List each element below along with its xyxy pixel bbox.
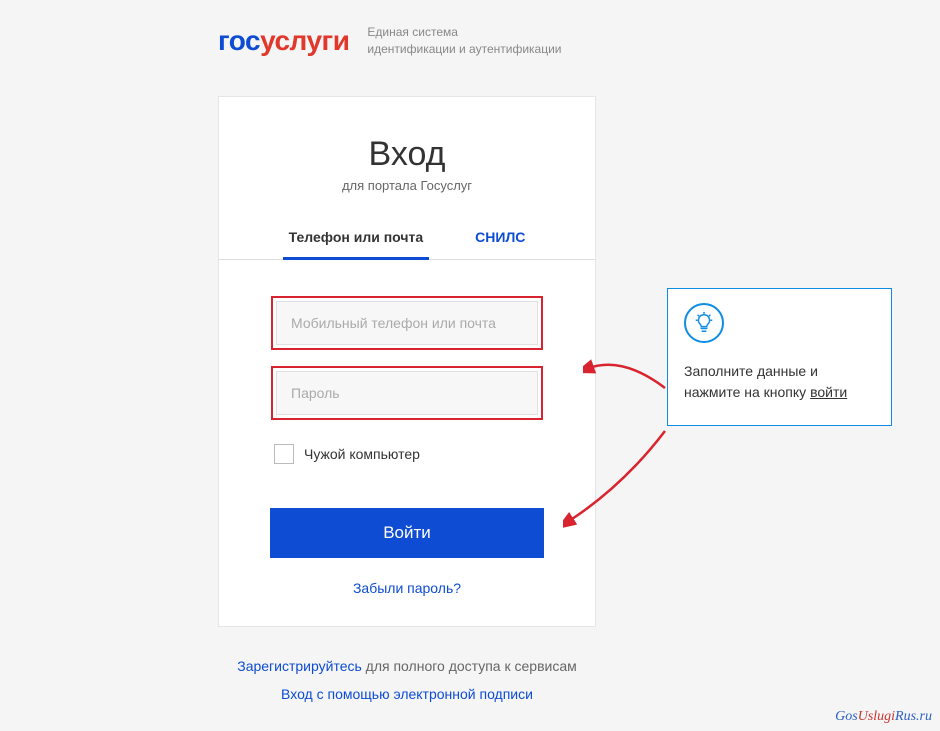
tip-text-body: Заполните данные и нажмите на кнопку (684, 363, 818, 400)
esign-link[interactable]: Вход с помощью электронной подписи (281, 686, 533, 702)
header: госуслуги Единая система идентификации и… (218, 24, 561, 58)
watermark: GosUslugiRus.ru (835, 709, 932, 725)
tagline-line2: идентификации и аутентификации (367, 41, 561, 58)
register-link[interactable]: Зарегистрируйтесь (237, 658, 362, 674)
tab-snils[interactable]: СНИЛС (469, 229, 531, 259)
lightbulb-icon (684, 303, 724, 343)
page-title: Вход (219, 135, 595, 174)
password-highlight (271, 366, 543, 420)
login-tabs: Телефон или почта СНИЛС (219, 229, 595, 260)
login-form (219, 260, 595, 420)
tip-box: Заполните данные и нажмите на кнопку вой… (667, 288, 892, 426)
watermark-p2: Uslugi (858, 709, 895, 724)
bottom-links: Зарегистрируйтесь для полного доступа к … (218, 652, 596, 708)
foreign-pc-checkbox[interactable] (274, 444, 294, 464)
annotation-arrow-1 (583, 346, 673, 396)
tip-text-link: войти (810, 384, 847, 400)
phone-email-highlight (271, 296, 543, 350)
tagline-line1: Единая система (367, 24, 561, 41)
phone-email-input[interactable] (276, 301, 538, 345)
tagline: Единая система идентификации и аутентифи… (367, 24, 561, 58)
foreign-pc-row: Чужой компьютер (219, 436, 595, 464)
login-button[interactable]: Войти (270, 508, 544, 558)
logo-part-blue: гос (218, 25, 260, 56)
logo-part-red: услуги (260, 25, 349, 56)
login-card: Вход для портала Госуслуг Телефон или по… (218, 96, 596, 627)
page-subtitle: для портала Госуслуг (219, 178, 595, 193)
password-input[interactable] (276, 371, 538, 415)
tab-phone-email[interactable]: Телефон или почта (283, 229, 430, 260)
watermark-p3: Rus.ru (895, 709, 932, 724)
register-line: Зарегистрируйтесь для полного доступа к … (218, 652, 596, 680)
watermark-p1: Gos (835, 709, 858, 724)
foreign-pc-label: Чужой компьютер (304, 446, 420, 462)
logo: госуслуги (218, 25, 349, 57)
register-text: для полного доступа к сервисам (362, 658, 577, 674)
forgot-password-link[interactable]: Забыли пароль? (353, 580, 461, 596)
tip-text: Заполните данные и нажмите на кнопку вой… (684, 361, 875, 403)
